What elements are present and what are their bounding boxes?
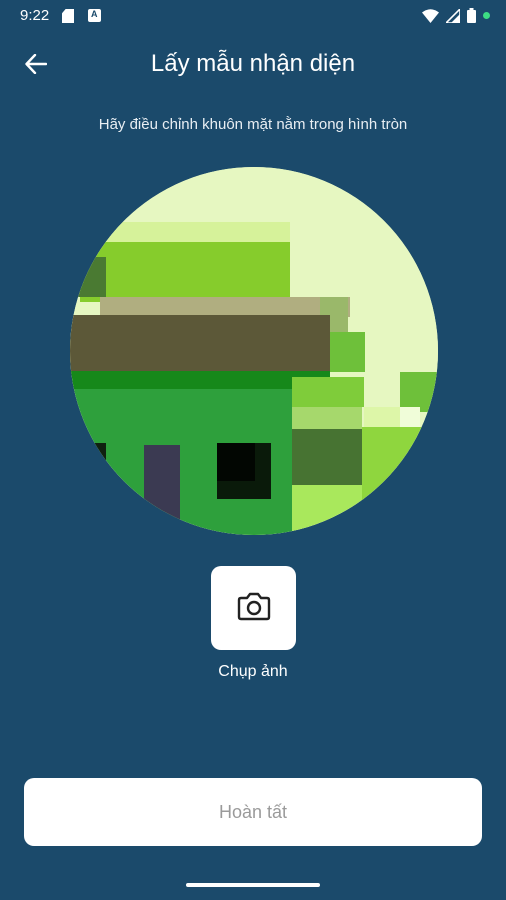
notification-dot-icon xyxy=(483,12,490,19)
status-time: 9:22 xyxy=(20,7,50,24)
status-right-icons xyxy=(422,8,490,23)
capture-button[interactable] xyxy=(211,566,296,650)
battery-icon xyxy=(467,8,476,23)
camera-feed-image xyxy=(70,167,438,535)
text-a-icon xyxy=(88,9,101,22)
capture-label: Chụp ảnh xyxy=(218,663,288,680)
wifi-icon xyxy=(422,8,439,23)
app-bar: Lấy mẫu nhận diện xyxy=(0,40,506,90)
home-indicator xyxy=(186,883,320,887)
page-title: Lấy mẫu nhận diện xyxy=(150,50,356,77)
instruction-text: Hãy điều chỉnh khuôn mặt nằm trong hình … xyxy=(98,116,408,133)
sd-card-icon xyxy=(62,9,74,23)
camera-icon xyxy=(237,591,271,626)
signal-icon xyxy=(446,8,460,23)
status-left-icons xyxy=(62,9,101,23)
finish-button[interactable]: Hoàn tất xyxy=(24,778,482,846)
status-bar: 9:22 xyxy=(0,0,506,32)
camera-preview xyxy=(70,167,438,535)
